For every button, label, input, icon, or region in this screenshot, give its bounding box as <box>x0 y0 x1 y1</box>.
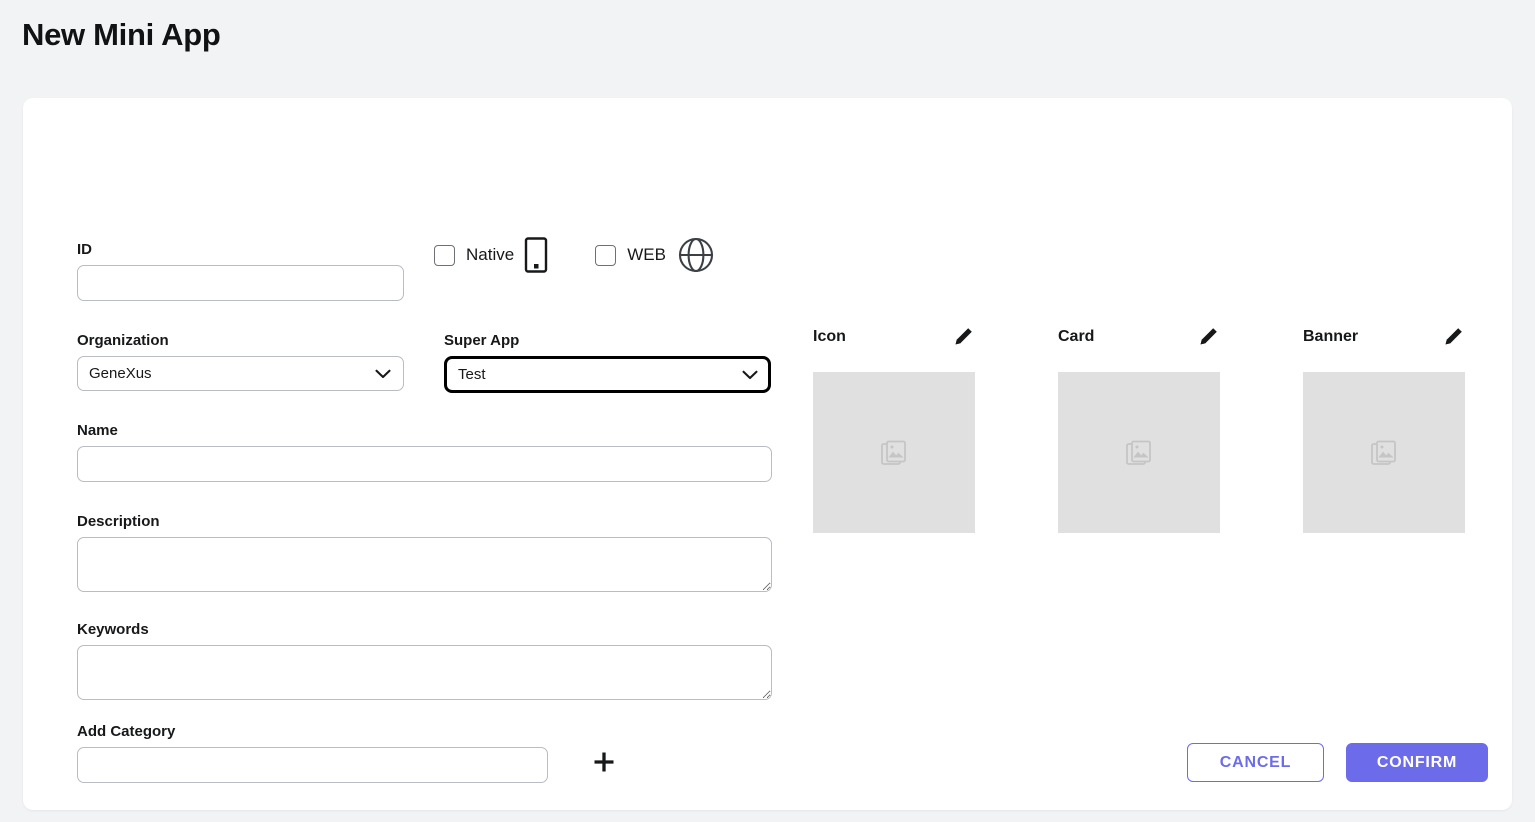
form-actions: CANCEL CONFIRM <box>23 743 1512 782</box>
name-input[interactable] <box>77 446 772 482</box>
id-field-group: ID <box>77 241 404 301</box>
icon-image-dropzone[interactable] <box>813 372 975 533</box>
confirm-button[interactable]: CONFIRM <box>1346 743 1488 782</box>
keywords-textarea[interactable] <box>77 645 772 700</box>
globe-icon <box>675 234 717 276</box>
organization-label: Organization <box>77 332 169 349</box>
image-placeholder-icon <box>1370 439 1398 467</box>
media-block-banner: Banner <box>1303 324 1465 533</box>
add-category-label: Add Category <box>77 723 176 740</box>
pencil-icon <box>952 326 974 348</box>
card-title: Card <box>1058 328 1095 345</box>
icon-title: Icon <box>813 328 846 345</box>
id-input[interactable] <box>77 265 404 301</box>
page-title: New Mini App <box>22 17 221 52</box>
platform-option-native[interactable]: Native <box>434 237 549 273</box>
banner-title: Banner <box>1303 328 1359 345</box>
keywords-field-group: Keywords <box>77 621 772 700</box>
native-checkbox[interactable] <box>434 244 455 266</box>
edit-banner-button[interactable] <box>1441 325 1465 349</box>
new-mini-app-form-card: ID Native WEB Organization GeneXus Super… <box>23 98 1512 810</box>
super-app-field-group: Super App Test <box>444 332 771 393</box>
organization-select-wrapper: GeneXus <box>77 356 404 391</box>
description-label: Description <box>77 513 160 530</box>
organization-field-group: Organization GeneXus <box>77 332 404 391</box>
super-app-select-wrapper: Test <box>444 356 771 393</box>
platform-checkbox-row: Native WEB <box>434 234 717 276</box>
native-label: Native <box>466 245 515 264</box>
web-label: WEB <box>627 245 666 264</box>
image-placeholder-icon <box>1125 439 1153 467</box>
description-textarea[interactable] <box>77 537 772 592</box>
pencil-icon <box>1197 326 1219 348</box>
name-field-group: Name <box>77 422 772 482</box>
keywords-label: Keywords <box>77 621 149 638</box>
platform-option-web[interactable]: WEB <box>595 234 717 276</box>
pencil-icon <box>1442 326 1464 348</box>
edit-card-button[interactable] <box>1196 325 1220 349</box>
media-header-card: Card <box>1058 324 1220 350</box>
super-app-label: Super App <box>444 332 520 349</box>
web-checkbox[interactable] <box>595 244 617 266</box>
id-label: ID <box>77 241 92 258</box>
super-app-select[interactable]: Test <box>444 356 771 393</box>
name-label: Name <box>77 422 118 439</box>
media-block-card: Card <box>1058 324 1220 533</box>
image-placeholder-icon <box>880 439 908 467</box>
media-header-icon: Icon <box>813 324 975 350</box>
media-header-banner: Banner <box>1303 324 1465 350</box>
card-image-dropzone[interactable] <box>1058 372 1220 533</box>
organization-select[interactable]: GeneXus <box>77 356 404 391</box>
mobile-phone-icon <box>523 237 549 273</box>
edit-icon-button[interactable] <box>951 325 975 349</box>
description-field-group: Description <box>77 513 772 592</box>
media-block-icon: Icon <box>813 324 975 533</box>
banner-image-dropzone[interactable] <box>1303 372 1465 533</box>
cancel-button[interactable]: CANCEL <box>1187 743 1324 782</box>
